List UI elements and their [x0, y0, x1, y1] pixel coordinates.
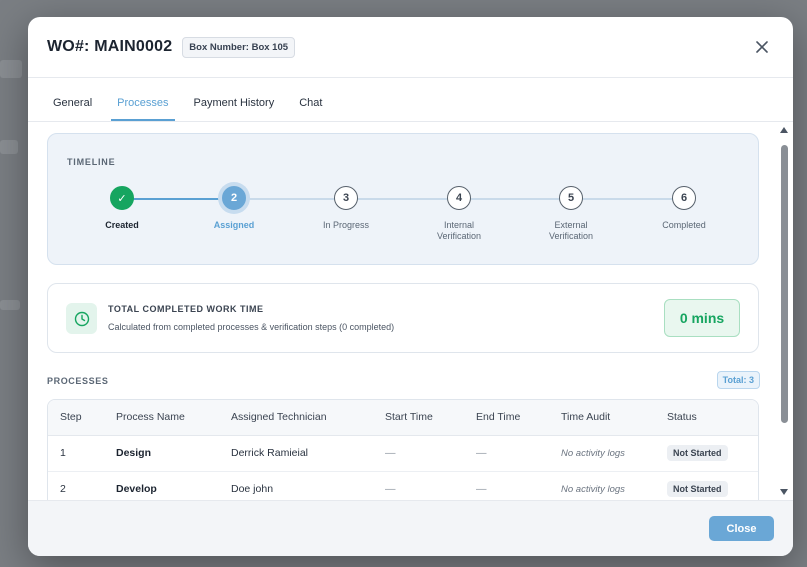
- scroll-down-icon[interactable]: [780, 489, 788, 495]
- column-header-technician: Assigned Technician: [219, 400, 373, 436]
- close-icon[interactable]: [750, 35, 774, 59]
- cell-end-time: —: [464, 471, 549, 500]
- timeline-step-assigned: 2 Assigned: [179, 186, 289, 231]
- clock-icon: [66, 303, 97, 334]
- cell-start-time: —: [373, 435, 464, 472]
- tab-chat[interactable]: Chat: [293, 97, 328, 121]
- modal-title: WO#: MAIN0002: [47, 38, 173, 55]
- tab-bar: General Processes Payment History Chat: [28, 78, 793, 122]
- work-order-modal: WO#: MAIN0002 Box Number: Box 105 Genera…: [28, 17, 793, 556]
- work-time-value: 0 mins: [664, 299, 740, 337]
- background-ghost: [0, 60, 22, 78]
- cell-status: Not Started: [655, 471, 758, 500]
- timeline-step-created: ✓ Created: [67, 186, 177, 231]
- tab-payment-history[interactable]: Payment History: [188, 97, 281, 121]
- tab-processes[interactable]: Processes: [111, 97, 175, 121]
- cell-end-time: —: [464, 435, 549, 472]
- step-label: In Progress: [322, 220, 370, 230]
- timeline-step-completed: 6 Completed: [629, 186, 739, 231]
- table-row[interactable]: 2 Develop Doe john — — No activity logs …: [48, 471, 758, 500]
- column-header-status: Status: [655, 400, 758, 436]
- column-header-start-time: Start Time: [373, 400, 464, 436]
- processes-heading: PROCESSES: [47, 376, 109, 386]
- table-row[interactable]: 1 Design Derrick Ramieial — — No activit…: [48, 435, 758, 472]
- column-header-step: Step: [48, 400, 104, 436]
- step-number: 2: [222, 186, 246, 210]
- tab-general[interactable]: General: [47, 97, 98, 121]
- box-number-badge: Box Number: Box 105: [182, 36, 296, 58]
- timeline-card: TIMELINE ✓ Created 2 Assigned 3 In Progr…: [47, 133, 759, 265]
- timeline-step-in-progress: 3 In Progress: [291, 186, 401, 231]
- column-header-process-name: Process Name: [104, 400, 219, 436]
- step-label: Completed: [662, 220, 706, 230]
- status-badge: Not Started: [667, 481, 728, 497]
- step-number: 3: [334, 186, 358, 210]
- modal-footer: Close: [28, 500, 793, 556]
- cell-start-time: —: [373, 471, 464, 500]
- work-time-card: TOTAL COMPLETED WORK TIME Calculated fro…: [47, 283, 759, 353]
- modal-body: TIMELINE ✓ Created 2 Assigned 3 In Progr…: [28, 123, 793, 500]
- processes-total-badge: Total: 3: [716, 371, 760, 389]
- step-label: External Verification: [548, 220, 594, 241]
- cell-technician: Doe john: [219, 471, 373, 500]
- scroll-up-icon[interactable]: [780, 127, 788, 133]
- column-header-time-audit: Time Audit: [549, 400, 655, 436]
- timeline-step-external-verification: 5 External Verification: [516, 186, 626, 242]
- scroll-thumb[interactable]: [781, 145, 788, 423]
- timeline-title: TIMELINE: [67, 157, 116, 167]
- step-label: Internal Verification: [436, 220, 482, 241]
- close-button[interactable]: Close: [709, 516, 774, 541]
- timeline-step-internal-verification: 4 Internal Verification: [404, 186, 514, 242]
- step-number: 4: [447, 186, 471, 210]
- background-ghost: [0, 300, 20, 310]
- step-label: Assigned: [213, 220, 255, 230]
- cell-step: 2: [48, 471, 104, 500]
- background-ghost: [0, 140, 18, 154]
- table-header-row: Step Process Name Assigned Technician St…: [48, 400, 758, 436]
- cell-step: 1: [48, 435, 104, 472]
- cell-technician: Derrick Ramieial: [219, 435, 373, 472]
- work-time-subtitle: Calculated from completed processes & ve…: [108, 322, 395, 332]
- step-number: 5: [559, 186, 583, 210]
- status-badge: Not Started: [667, 445, 728, 461]
- cell-process-name: Develop: [104, 471, 219, 500]
- modal-scrollbar[interactable]: [778, 127, 790, 495]
- modal-header: WO#: MAIN0002 Box Number: Box 105: [28, 17, 793, 78]
- check-icon: ✓: [110, 186, 134, 210]
- cell-time-audit: No activity logs: [549, 471, 655, 500]
- cell-time-audit: No activity logs: [549, 435, 655, 472]
- column-header-end-time: End Time: [464, 400, 549, 436]
- cell-status: Not Started: [655, 435, 758, 472]
- processes-table: Step Process Name Assigned Technician St…: [47, 399, 759, 500]
- step-label: Created: [105, 220, 139, 230]
- cell-process-name: Design: [104, 435, 219, 472]
- step-number: 6: [672, 186, 696, 210]
- work-time-title: TOTAL COMPLETED WORK TIME: [108, 304, 264, 314]
